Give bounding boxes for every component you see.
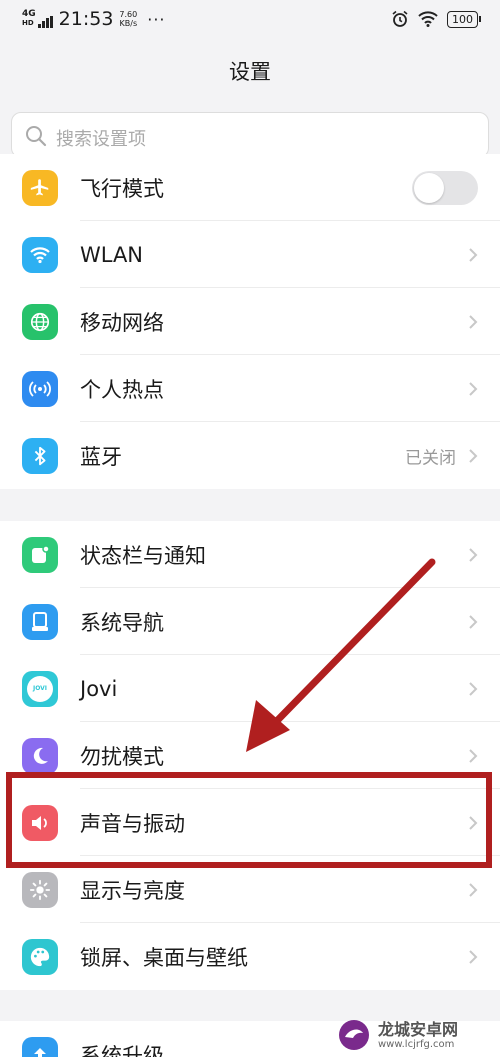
clock: 21:53 [58,8,114,30]
status-bar: 4G HD 21:53 7.60 KB/s ··· 100 [0,0,500,40]
row-label: 飞行模式 [80,176,164,201]
navigation-icon [22,603,58,640]
airplane-mode-toggle[interactable] [412,170,478,205]
network-sub: HD [22,19,34,27]
row-label: 显示与亮度 [80,878,185,903]
dragon-logo-icon [339,1020,369,1050]
row-label: 系统升级 [80,1044,164,1057]
row-hotspot[interactable]: 个人热点 [0,355,500,422]
battery-indicator: 100 [447,10,481,28]
wifi-icon [22,236,58,273]
speed-unit: KB/s [119,19,138,28]
row-status-bar-notifications[interactable]: 状态栏与通知 [0,521,500,588]
row-display-brightness[interactable]: 显示与亮度 [0,856,500,923]
chevron-right-icon [469,681,478,696]
wifi-status-icon [418,11,438,27]
page-title: 设置 [229,60,271,84]
chevron-right-icon [469,448,478,463]
row-label: 个人热点 [80,377,164,402]
chevron-right-icon [469,748,478,763]
row-label: 移动网络 [80,310,164,335]
chevron-right-icon [469,314,478,329]
cellular-signal-icon: 4G HD [22,10,53,28]
row-label: WLAN [80,242,144,267]
toggle-knob [414,172,444,203]
search-placeholder: 搜索设置项 [56,129,146,150]
settings-group-connectivity: 飞行模式 WLAN 移动网络 个人热点 蓝牙 已关闭 [0,154,500,489]
speed-value: 7.60 [119,10,138,19]
jovi-icon-text: JOVI [32,685,48,692]
network-speed: 7.60 KB/s [119,10,137,28]
row-mobile-network[interactable]: 移动网络 [0,288,500,355]
search-icon [26,126,47,147]
search-input[interactable]: 搜索设置项 [11,112,489,158]
row-jovi[interactable]: JOVI Jovi [0,655,500,722]
chevron-right-icon [469,547,478,562]
speaker-icon [22,804,58,841]
bluetooth-status: 已关闭 [405,448,456,468]
globe-icon [22,303,58,340]
bluetooth-icon [22,437,58,474]
row-sound-vibration[interactable]: 声音与振动 [0,789,500,856]
chevron-right-icon [469,247,478,262]
brightness-icon [22,871,58,908]
row-label: 勿扰模式 [80,744,164,769]
upgrade-icon [22,1037,58,1057]
chevron-right-icon [469,949,478,964]
hotspot-icon [22,370,58,407]
more-notifications-icon: ··· [147,9,166,29]
chevron-right-icon [469,614,478,629]
settings-group-system: 状态栏与通知 系统导航 JOVI Jovi 勿扰模式 声音与振动 显示与亮度 锁… [0,521,500,990]
chevron-right-icon [469,815,478,830]
row-label: 蓝牙 [80,444,122,469]
network-type: 4G [22,9,36,19]
row-label: 锁屏、桌面与壁纸 [80,945,248,970]
row-system-navigation[interactable]: 系统导航 [0,588,500,655]
row-lockscreen-wallpaper[interactable]: 锁屏、桌面与壁纸 [0,923,500,990]
moon-icon [22,737,58,774]
watermark: 龙城安卓网 www.lcjrfg.com [336,1013,496,1057]
chevron-right-icon [469,381,478,396]
row-bluetooth[interactable]: 蓝牙 已关闭 [0,422,500,489]
chevron-right-icon [469,882,478,897]
row-do-not-disturb[interactable]: 勿扰模式 [0,722,500,789]
row-label: 状态栏与通知 [80,543,206,568]
palette-icon [22,938,58,975]
alarm-icon [392,10,408,27]
row-label: 系统导航 [80,610,164,635]
row-label: Jovi [80,676,118,701]
row-label: 声音与振动 [80,811,185,836]
watermark-brand: 龙城安卓网 [378,1019,459,1039]
row-airplane-mode[interactable]: 飞行模式 [0,154,500,221]
watermark-url: www.lcjrfg.com [378,1038,455,1050]
jovi-icon: JOVI [22,670,58,707]
row-wlan[interactable]: WLAN [0,221,500,288]
airplane-icon [22,169,58,206]
notification-icon [22,536,58,573]
